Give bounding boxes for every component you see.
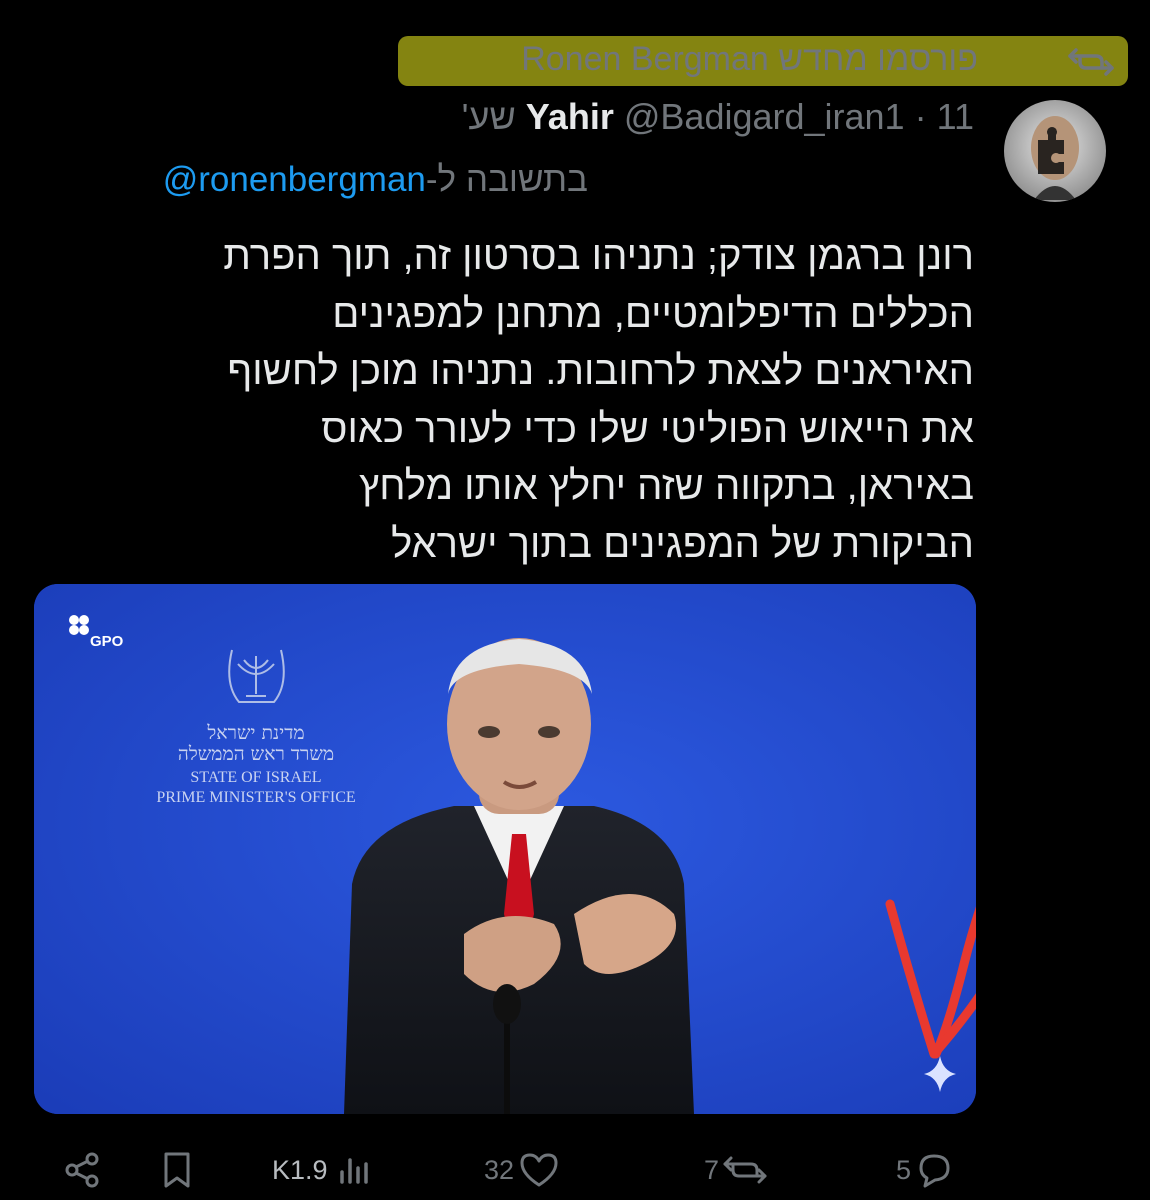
tweet-action-bar: K1.9 32 7 5 (0, 1140, 1150, 1200)
display-name[interactable]: Yahir (526, 96, 614, 137)
seal-english-line-2: PRIME MINISTER'S OFFICE (156, 789, 355, 806)
reply-icon (919, 1154, 950, 1188)
views-button[interactable]: K1.9 (272, 1140, 374, 1200)
share-icon (65, 1152, 99, 1188)
reply-prefix: בתשובה ל- (425, 160, 588, 199)
seal-hebrew-line-1: מדינת ישראל (206, 722, 304, 744)
user-handle[interactable]: @Badigard_iran1 (624, 96, 905, 137)
like-button[interactable]: 32 (484, 1140, 560, 1200)
bookmark-icon (164, 1152, 190, 1188)
tweet-text: רונן ברגמן צודק; נתניהו בסרטון זה, תוך ה… (223, 234, 974, 566)
avatar[interactable] (1004, 100, 1106, 202)
views-icon (339, 1158, 368, 1184)
heart-icon (520, 1153, 558, 1187)
separator: · (914, 96, 927, 137)
views-count: K1.9 (272, 1154, 328, 1185)
reply-context: בתשובה ל-@ronenbergman (163, 160, 588, 200)
tweet-header: Yahir @Badigard_iran1 · 11 שע' (462, 96, 974, 138)
seal-hebrew-line-2: משרד ראש הממשלה (178, 743, 334, 765)
reposter-name[interactable]: Ronen Bergman (521, 40, 769, 78)
reply-handle-link[interactable]: @ronenbergman (163, 160, 426, 199)
reply-button[interactable]: 5 (896, 1140, 955, 1200)
repost-label-text: פורסמו מחדש (778, 40, 978, 78)
replies-count: 5 (896, 1154, 912, 1185)
repost-icon (1068, 48, 1114, 76)
repost-action-icon (723, 1156, 767, 1184)
repost-button[interactable]: 7 (704, 1140, 769, 1200)
repost-header: Ronen Bergman פורסמו מחדש (0, 14, 1150, 86)
likes-count: 32 (484, 1154, 515, 1185)
gpo-label: GPO (90, 633, 124, 650)
reposts-count: 7 (704, 1154, 720, 1185)
share-button[interactable] (62, 1140, 102, 1200)
seal-english-line-1: STATE OF ISRAEL (190, 769, 321, 786)
repost-label[interactable]: Ronen Bergman פורסמו מחדש (521, 40, 978, 79)
tweet-media-image[interactable]: GPO מדינת ישראל משרד ראש הממשלה STATE OF… (34, 584, 976, 1114)
avatar-image (1004, 100, 1106, 202)
bookmark-button[interactable] (160, 1140, 194, 1200)
video-frame: GPO מדינת ישראל משרד ראש הממשלה STATE OF… (34, 584, 976, 1114)
